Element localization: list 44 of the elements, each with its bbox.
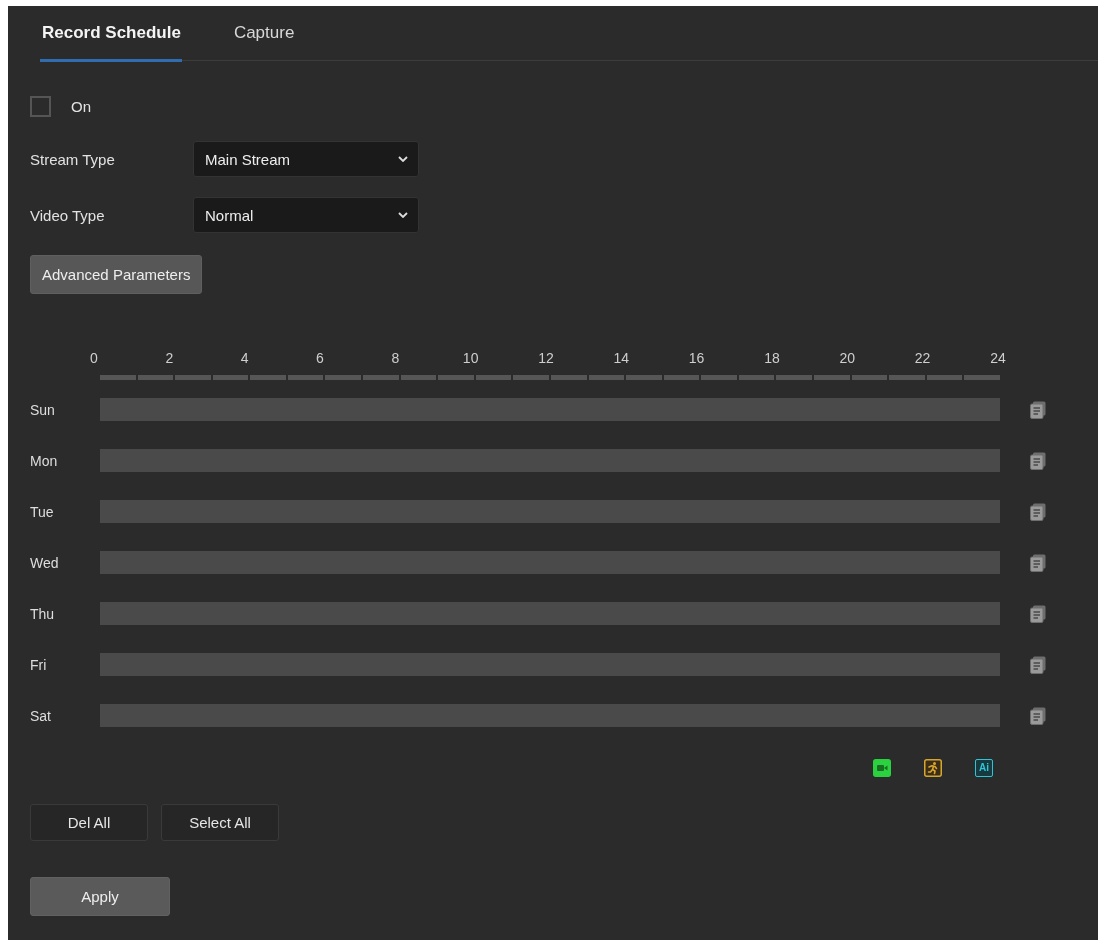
day-label: Sat [30, 707, 52, 724]
day-label: Tue [30, 503, 55, 520]
checkbox[interactable] [30, 95, 51, 117]
hour-label: 18 [763, 350, 781, 366]
hour-label: 12 [537, 350, 555, 366]
video-camera-icon[interactable] [873, 759, 891, 777]
copy-icon[interactable] [1030, 502, 1046, 521]
copy-icon[interactable] [1030, 400, 1046, 419]
select-all-button[interactable]: Select All [161, 804, 279, 841]
delete-all-button[interactable]: Del All [30, 804, 148, 841]
dropdown[interactable]: Normal [193, 197, 419, 233]
hour-label: 22 [913, 350, 932, 366]
copy-icon[interactable] [1030, 655, 1046, 674]
hour-label: 6 [315, 350, 325, 366]
hour-label: 16 [687, 350, 706, 366]
hour-label: 2 [164, 350, 175, 366]
tab[interactable]: Record Schedule [40, 6, 182, 62]
day-label: Wed [30, 554, 60, 571]
field-label: Stream Type [30, 150, 116, 168]
advanced-parameters-button[interactable]: Advanced Parameters [30, 255, 203, 294]
chevron-down-icon [398, 212, 408, 218]
checkbox-label: On [71, 97, 91, 115]
chevron-down-icon [398, 156, 408, 162]
day-label: Thu [30, 605, 56, 622]
hour-label: 10 [461, 350, 480, 366]
hour-label: 24 [989, 350, 1007, 366]
hour-label: 14 [612, 350, 631, 366]
day-label: Fri [30, 656, 48, 673]
hour-label: 4 [239, 350, 250, 366]
day-label: Mon [30, 452, 59, 469]
hour-label: 0 [89, 350, 99, 366]
hour-label: 20 [838, 350, 857, 366]
copy-icon[interactable] [1030, 451, 1046, 470]
tab[interactable]: Capture [231, 6, 296, 62]
apply-button[interactable]: Apply [30, 877, 170, 916]
hour-label: 8 [390, 350, 401, 366]
copy-icon[interactable] [1030, 706, 1046, 725]
day-label: Sun [30, 401, 56, 418]
running-person-icon[interactable] [924, 759, 942, 777]
field-label: Video Type [30, 206, 106, 224]
copy-icon[interactable] [1030, 604, 1046, 623]
ai-icon[interactable]: Ai [975, 759, 993, 777]
copy-icon[interactable] [1030, 553, 1046, 572]
dropdown[interactable]: Main Stream [193, 141, 419, 177]
